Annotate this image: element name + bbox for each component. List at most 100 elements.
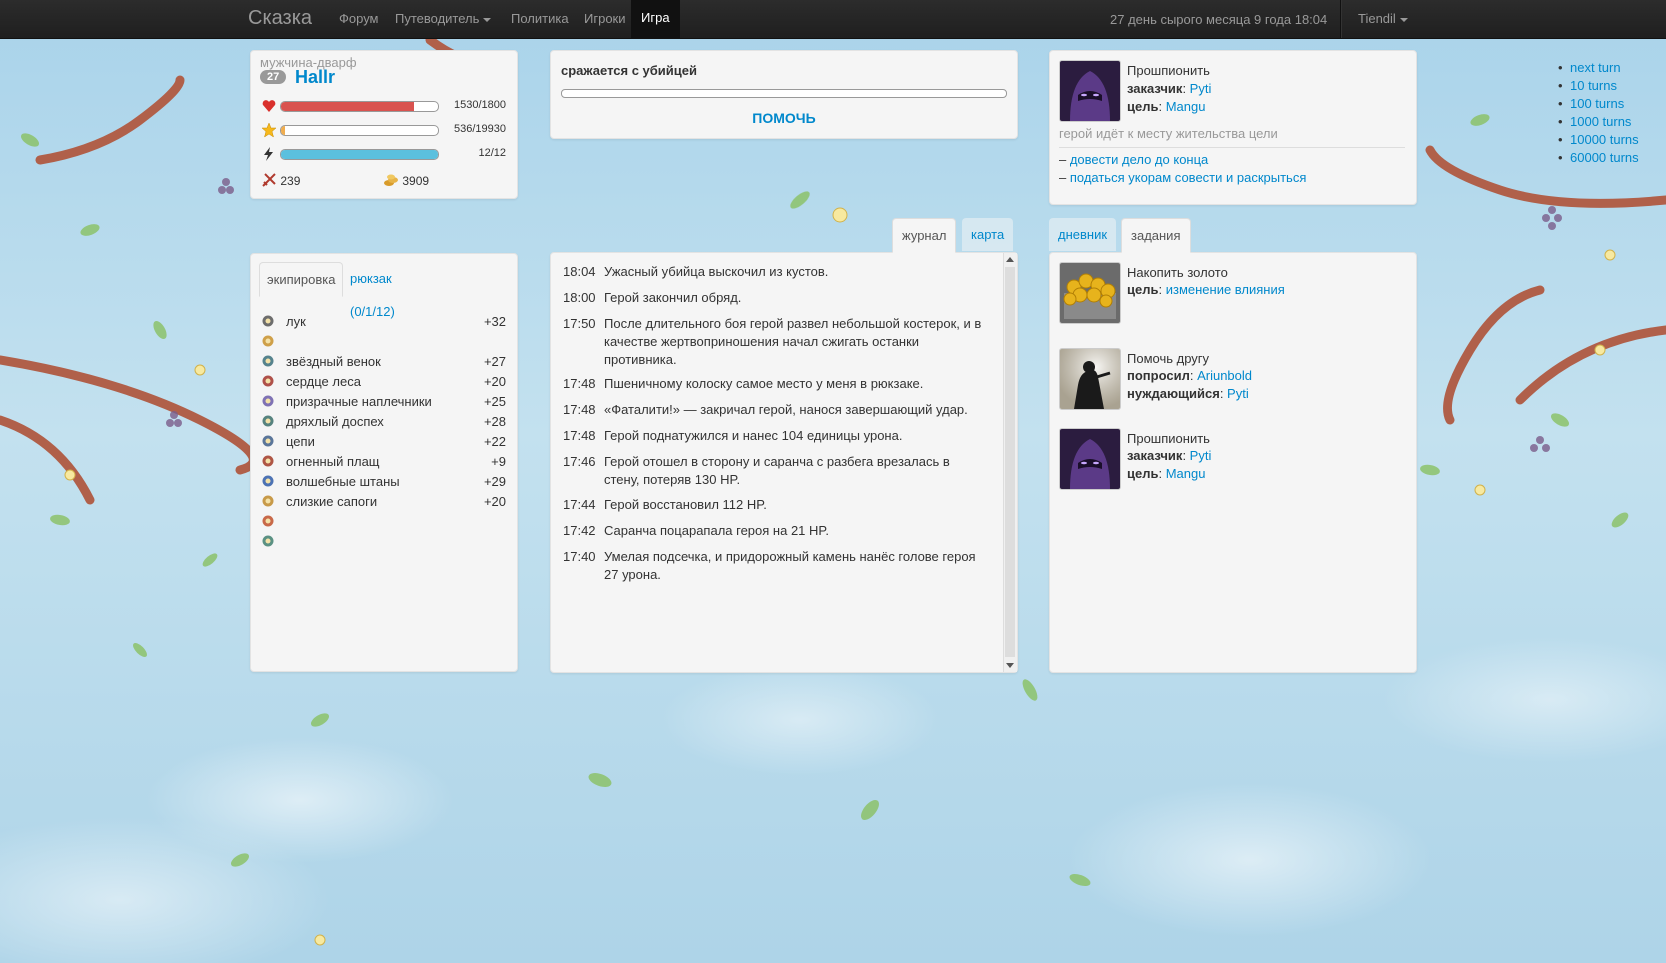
quest-2-line-1-value[interactable]: Ariunbold [1197,368,1252,383]
equipment-slot[interactable] [261,532,506,552]
quest-3-line-2-label: цель [1127,466,1159,481]
equipment-slot[interactable] [261,332,506,352]
scroll-up-icon[interactable] [1006,257,1014,262]
turn-link-10000[interactable]: 10000 turns [1558,132,1639,147]
help-friend-quest-image [1059,348,1121,410]
chevron-down-icon [1399,17,1408,22]
journal-scrollbar[interactable] [1003,253,1017,672]
health-bar [280,101,439,112]
weapon-icon [261,374,275,388]
journal-entry-time: 17:46 [563,454,596,469]
equipment-name: дряхлый доспех [286,414,384,429]
current-quest-customer: заказчик: Pyti [1127,81,1212,96]
quest-3-title: Прошпионить [1127,431,1210,446]
experience-bar [280,125,439,136]
equipment-power: +29 [483,474,506,489]
equipment-power: +22 [483,434,506,449]
tab-journal[interactable]: журнал [892,218,957,253]
quest-1-line-1-value[interactable]: изменение влияния [1166,282,1285,297]
money-value: 3909 [402,174,430,188]
equipment-slot[interactable]: звёздный венок +27 [261,352,506,372]
tab-equipment[interactable]: экипировка [259,262,344,297]
nav-forum[interactable]: Форум [339,11,379,26]
scroll-down-icon[interactable] [1006,663,1014,668]
coins-icon [384,174,398,186]
journal-entry-time: 17:42 [563,523,596,538]
journal-entry-time: 17:40 [563,549,596,564]
turn-link-100[interactable]: 100 turns [1558,96,1624,111]
quest-2-line-2-label: нуждающийся [1127,386,1220,401]
bow-icon [261,314,275,328]
equipment-slot[interactable]: сердце леса +20 [261,372,506,392]
quest-2-line-1: попросил: Ariunbold [1127,368,1253,383]
equipment-name: волшебные штаны [286,474,400,489]
energy-row: 12/12 [261,146,506,162]
tab-map[interactable]: карта [962,218,1014,251]
equipment-slot[interactable]: волшебные штаны +29 [261,472,506,492]
shoulders-icon [261,394,275,408]
hero-name[interactable]: Hallr [295,67,335,88]
equipment-slot[interactable]: дряхлый доспех +28 [261,412,506,432]
energy-bar [280,149,439,160]
equipment-slot[interactable]: слизкие сапоги +20 [261,492,506,512]
nav-players[interactable]: Игроки [584,11,626,26]
equipment-panel: экипировка рюкзак (0/1/12) лук +32 звёздны… [250,253,518,672]
site-brand[interactable]: Сказка [248,7,312,30]
assassin-portrait-icon [1060,61,1120,121]
target-link[interactable]: Mangu [1166,99,1206,114]
equipment-slot[interactable]: лук +32 [261,312,506,332]
choice-confess-link[interactable]: податься укорам совести и раскрыться [1070,170,1307,185]
quest-1-line-1: цель: изменение влияния [1127,282,1285,297]
action-progress-bar [561,89,1007,98]
equipment-slot[interactable] [261,512,506,532]
current-quest-panel: Прошпионить заказчик: Pyti цель: Mangu г… [1049,50,1417,205]
scroll-thumb[interactable] [1005,267,1015,657]
money-stat: 3909 [383,172,429,188]
customer-link[interactable]: Pyti [1190,81,1212,96]
equipment-name: слизкие сапоги [286,494,378,509]
quest-status: герой идёт к месту жительства цели [1059,126,1278,141]
turn-link-1000[interactable]: 1000 turns [1558,114,1632,129]
help-button[interactable]: ПОМОЧЬ [551,110,1017,126]
tab-quests[interactable]: задания [1121,218,1191,253]
turn-link-next[interactable]: next turn [1558,60,1620,75]
journal-entry-message: Герой закончил обряд. [604,290,742,305]
target-label: цель [1127,99,1159,114]
equipment-slot[interactable]: огненный плащ +9 [261,452,506,472]
quest-2-title: Помочь другу [1127,351,1210,366]
turn-link-10[interactable]: 10 turns [1558,78,1617,93]
quest-3-line-1-value[interactable]: Pyti [1190,448,1212,463]
choice-finish-link[interactable]: довести дело до конца [1070,152,1208,167]
energy-bar-fill [281,150,438,159]
lightning-icon [264,147,273,161]
turn-link-60000[interactable]: 60000 turns [1558,150,1639,165]
journal-entry-time: 17:48 [563,428,596,443]
equipment-slot[interactable]: призрачные наплечники +25 [261,392,506,412]
tab-backpack[interactable]: рюкзак (0/1/12) [343,262,402,319]
gold-quest-image [1059,262,1121,324]
equipment-power: +9 [491,454,506,469]
nav-guide[interactable]: Путеводитель [395,11,492,26]
star-icon [261,122,277,138]
journal-entry-message: После длительного боя герой развел небол… [604,316,982,367]
ring2-icon [261,534,275,548]
equipment-slot[interactable]: цепи +22 [261,432,506,452]
journal-entry-message: Герой восстановил 112 HP. [604,497,767,512]
user-menu[interactable]: Tiendil [1358,11,1408,26]
choice-2: – податься укорам совести и раскрыться [1059,170,1307,185]
nav-game[interactable]: Игра [631,0,680,38]
equipment-power: +28 [483,414,506,429]
tab-diary[interactable]: дневник [1049,218,1117,251]
quest-2-line-2-value[interactable]: Pyti [1227,386,1249,401]
quest-divider [1059,147,1405,148]
boots-icon [261,494,275,508]
experience-bar-fill [281,126,286,135]
might-stat: 239 [261,172,300,188]
quest-3-line-1-label: заказчик [1127,448,1183,463]
game-date: 27 день сырого месяца 9 года 18:04 [1110,12,1328,27]
journal-entry-time: 18:00 [563,290,596,305]
quest-3-line-2-value[interactable]: Mangu [1166,466,1206,481]
equipment-name: лук [286,314,306,329]
friend-portrait-icon [1060,349,1120,409]
nav-politics[interactable]: Политика [511,11,569,26]
